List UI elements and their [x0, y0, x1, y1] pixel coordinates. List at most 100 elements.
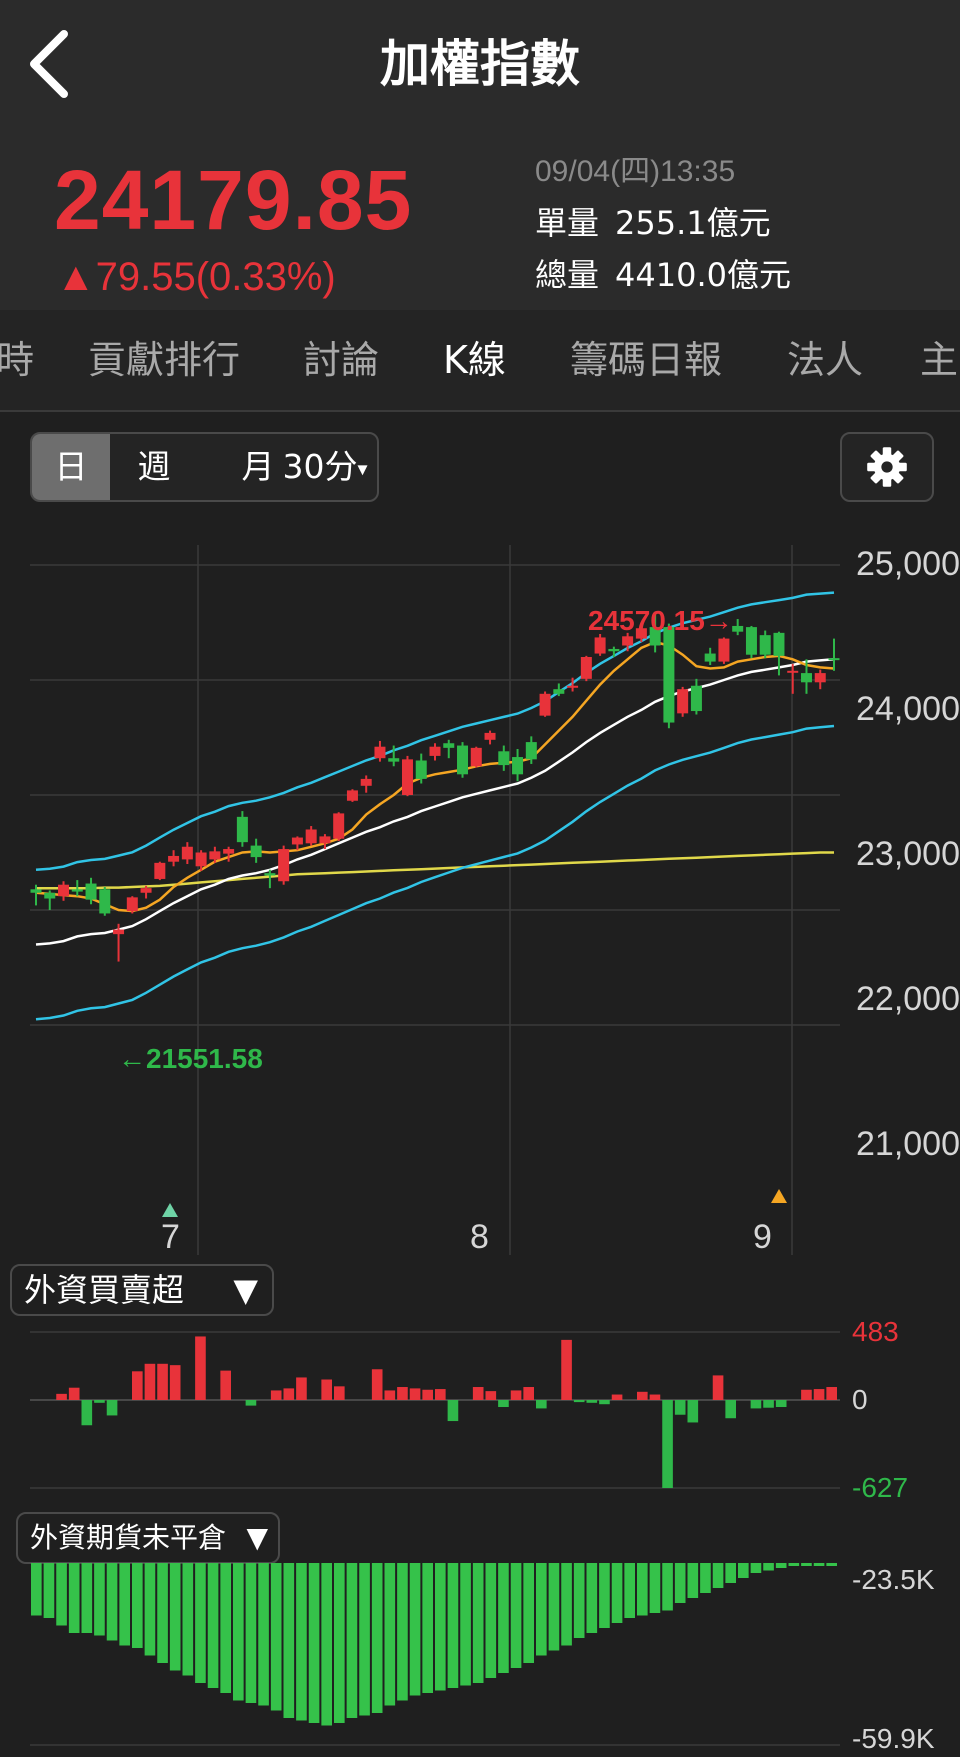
tab-discussion[interactable]: 討論 [303, 332, 379, 388]
open-interest-bar [119, 1563, 130, 1646]
candle-body [787, 670, 799, 673]
open-interest-bar [510, 1563, 522, 1668]
sell-signal-marker [771, 1189, 787, 1203]
period-30min-label: 30分 [282, 447, 358, 486]
net-sell-bar [81, 1400, 93, 1426]
candle-body [567, 685, 579, 688]
net-buy-bar [270, 1390, 282, 1400]
net-buy-bar [157, 1363, 168, 1400]
net-buy-bar [397, 1387, 408, 1400]
open-interest-bar [56, 1563, 67, 1626]
candle-body [800, 673, 812, 683]
y-tick-label: 24,000 [856, 690, 960, 728]
x-tick-label: 7 [161, 1218, 180, 1256]
period-week-button[interactable]: 週 [124, 434, 184, 500]
candle-body [622, 636, 634, 646]
candle-body [718, 638, 730, 662]
tab-institutional[interactable]: 法人 [787, 332, 863, 388]
tab-intraday[interactable]: 時 [0, 332, 34, 388]
buy-signal-marker [162, 1203, 178, 1217]
indicator1-max-label: 483 [852, 1316, 899, 1347]
candle-body [457, 745, 469, 775]
net-sell-bar [536, 1400, 547, 1409]
net-buy-bar [611, 1394, 623, 1400]
indicator-selector-foreign-net[interactable]: 外資買賣超 ▼ [10, 1264, 274, 1316]
period-day-button[interactable]: 日 [32, 434, 110, 500]
candlestick-chart[interactable]: 24570.15→ ←21551.58 [0, 540, 960, 1260]
candle-body [580, 657, 592, 679]
net-buy-bar [801, 1389, 812, 1400]
open-interest-bar [687, 1563, 699, 1598]
candle-body [346, 790, 358, 801]
net-buy-bar [826, 1387, 837, 1400]
open-interest-bar [397, 1563, 408, 1701]
quote-datetime: 09/04(四)13:35 [535, 155, 736, 188]
candle-body [663, 627, 675, 723]
open-interest-bar [359, 1563, 370, 1716]
open-interest-bar [384, 1563, 396, 1706]
open-interest-bar [700, 1563, 711, 1593]
candle-body [704, 653, 716, 662]
candle-body [195, 852, 207, 867]
net-buy-bar [561, 1339, 572, 1400]
open-interest-bar [750, 1563, 762, 1573]
net-sell-bar [586, 1400, 598, 1403]
tab-bar: 時 貢獻排行 討論 K線 籌碼日報 法人 主 [0, 310, 960, 412]
candle-body [443, 743, 455, 748]
tab-contribution-ranking[interactable]: 貢獻排行 [88, 332, 240, 388]
caret-down-icon: ▼ [233, 1271, 258, 1309]
candle-body [814, 673, 826, 683]
net-buy-bar [523, 1387, 534, 1400]
candle-body [498, 751, 510, 766]
open-interest-bar [132, 1563, 143, 1648]
unit-volume: 單量 255.1億元 [535, 200, 771, 246]
period-selector: 日 週 月 30分▾ [30, 432, 379, 502]
net-buy-bar [144, 1363, 156, 1400]
candle-body [223, 849, 235, 854]
candle-body [745, 627, 757, 655]
open-interest-bar [169, 1563, 181, 1671]
period-30min-button[interactable]: 30分▾ [270, 434, 380, 500]
open-interest-bar [182, 1563, 194, 1676]
candle-body [71, 889, 83, 892]
candle-body [113, 929, 125, 935]
net-sell-bar [763, 1400, 774, 1408]
net-buy-bar [422, 1389, 433, 1400]
net-sell-bar [687, 1400, 699, 1423]
indicator-selector-foreign-futures-oi[interactable]: 外資期貨未平倉 ▼ [16, 1512, 280, 1564]
open-interest-bar [813, 1563, 825, 1566]
tab-main-force[interactable]: 主 [920, 332, 958, 388]
candle-body [236, 816, 248, 843]
open-interest-bar [649, 1563, 661, 1613]
tab-kline[interactable]: K線 [443, 332, 506, 388]
candle-body [470, 747, 482, 767]
candle-body [608, 648, 620, 652]
unit-volume-label: 單量 [535, 204, 600, 242]
candle-body [512, 757, 524, 775]
net-buy-bar [485, 1391, 497, 1400]
indicator1-zero-label: 0 [852, 1384, 868, 1415]
gear-icon[interactable] [840, 432, 934, 502]
open-interest-bar [674, 1563, 686, 1603]
net-sell-bar [662, 1400, 673, 1488]
open-interest-bar [485, 1563, 497, 1678]
open-interest-bar [775, 1563, 787, 1568]
candle-body [44, 892, 56, 899]
candle-body [305, 829, 317, 844]
open-interest-bar [371, 1563, 383, 1713]
open-interest-bar [498, 1563, 509, 1673]
net-buy-bar [220, 1370, 231, 1400]
open-interest-bar [788, 1563, 800, 1566]
candle-body [58, 884, 70, 897]
net-buy-bar [169, 1365, 181, 1400]
tab-chip-daily[interactable]: 籌碼日報 [570, 332, 722, 388]
open-interest-bar [573, 1563, 585, 1638]
candle-body [539, 693, 551, 716]
open-interest-bar [801, 1563, 812, 1566]
net-sell-bar [106, 1400, 118, 1416]
open-interest-bar [460, 1563, 471, 1686]
net-buy-bar [510, 1390, 522, 1400]
open-interest-bar [662, 1563, 673, 1611]
candle-body [594, 637, 606, 654]
net-sell-bar [447, 1400, 459, 1422]
